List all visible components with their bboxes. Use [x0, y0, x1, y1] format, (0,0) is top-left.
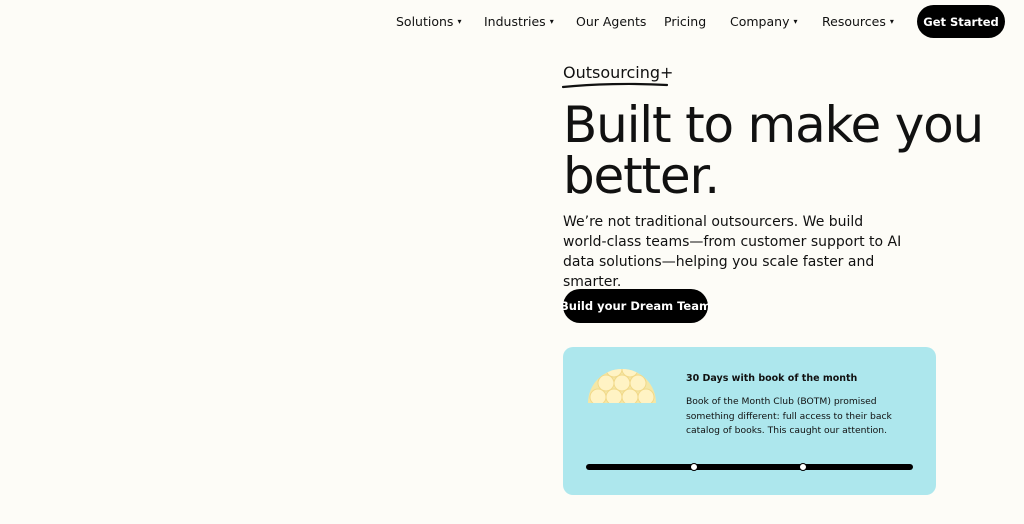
build-dream-team-button[interactable]: Build your Dream Team — [560, 289, 711, 323]
nav-item-label: Pricing — [664, 14, 707, 29]
botm-logo-icon — [588, 369, 656, 403]
nav-item-label: Resources — [822, 14, 886, 29]
card-title: 30 Days with book of the month — [686, 373, 858, 384]
nav-item-label: Industries — [484, 14, 546, 29]
chevron-down-icon: ▾ — [793, 16, 798, 26]
nav-item-resources[interactable]: Resources ▾ — [822, 14, 894, 29]
carousel-dot[interactable] — [690, 463, 698, 471]
nav-item-pricing[interactable]: Pricing — [664, 14, 706, 29]
nav-item-label: Our Agents — [576, 14, 647, 29]
underline-swoosh-icon — [562, 82, 668, 89]
carousel-dot[interactable] — [799, 463, 807, 471]
nav-item-label: Company — [730, 14, 790, 29]
nav-item-industries[interactable]: Industries ▾ — [484, 14, 554, 29]
nav-item-label: Solutions — [396, 14, 454, 29]
case-study-card[interactable]: 30 Days with book of the month Book of t… — [563, 347, 936, 495]
get-started-button[interactable]: Get Started — [917, 5, 1005, 38]
hero-headline: Built to make you better. — [563, 96, 984, 205]
chevron-down-icon: ▾ — [549, 16, 554, 26]
nav-item-solutions[interactable]: Solutions ▾ — [396, 14, 461, 29]
top-nav: Solutions ▾ Industries ▾ Our Agents Pric… — [0, 0, 1024, 44]
eyebrow-label: Outsourcing+ — [563, 63, 674, 82]
nav-item-company[interactable]: Company ▾ — [730, 14, 797, 29]
nav-item-our-agents[interactable]: Our Agents — [576, 14, 646, 29]
carousel-progress-track[interactable] — [586, 463, 913, 471]
chevron-down-icon: ▾ — [457, 16, 462, 26]
card-body: Book of the Month Club (BOTM) promised s… — [686, 396, 892, 436]
hero-subtext: We’re not traditional outsourcers. We bu… — [563, 214, 902, 290]
chevron-down-icon: ▾ — [889, 16, 894, 26]
